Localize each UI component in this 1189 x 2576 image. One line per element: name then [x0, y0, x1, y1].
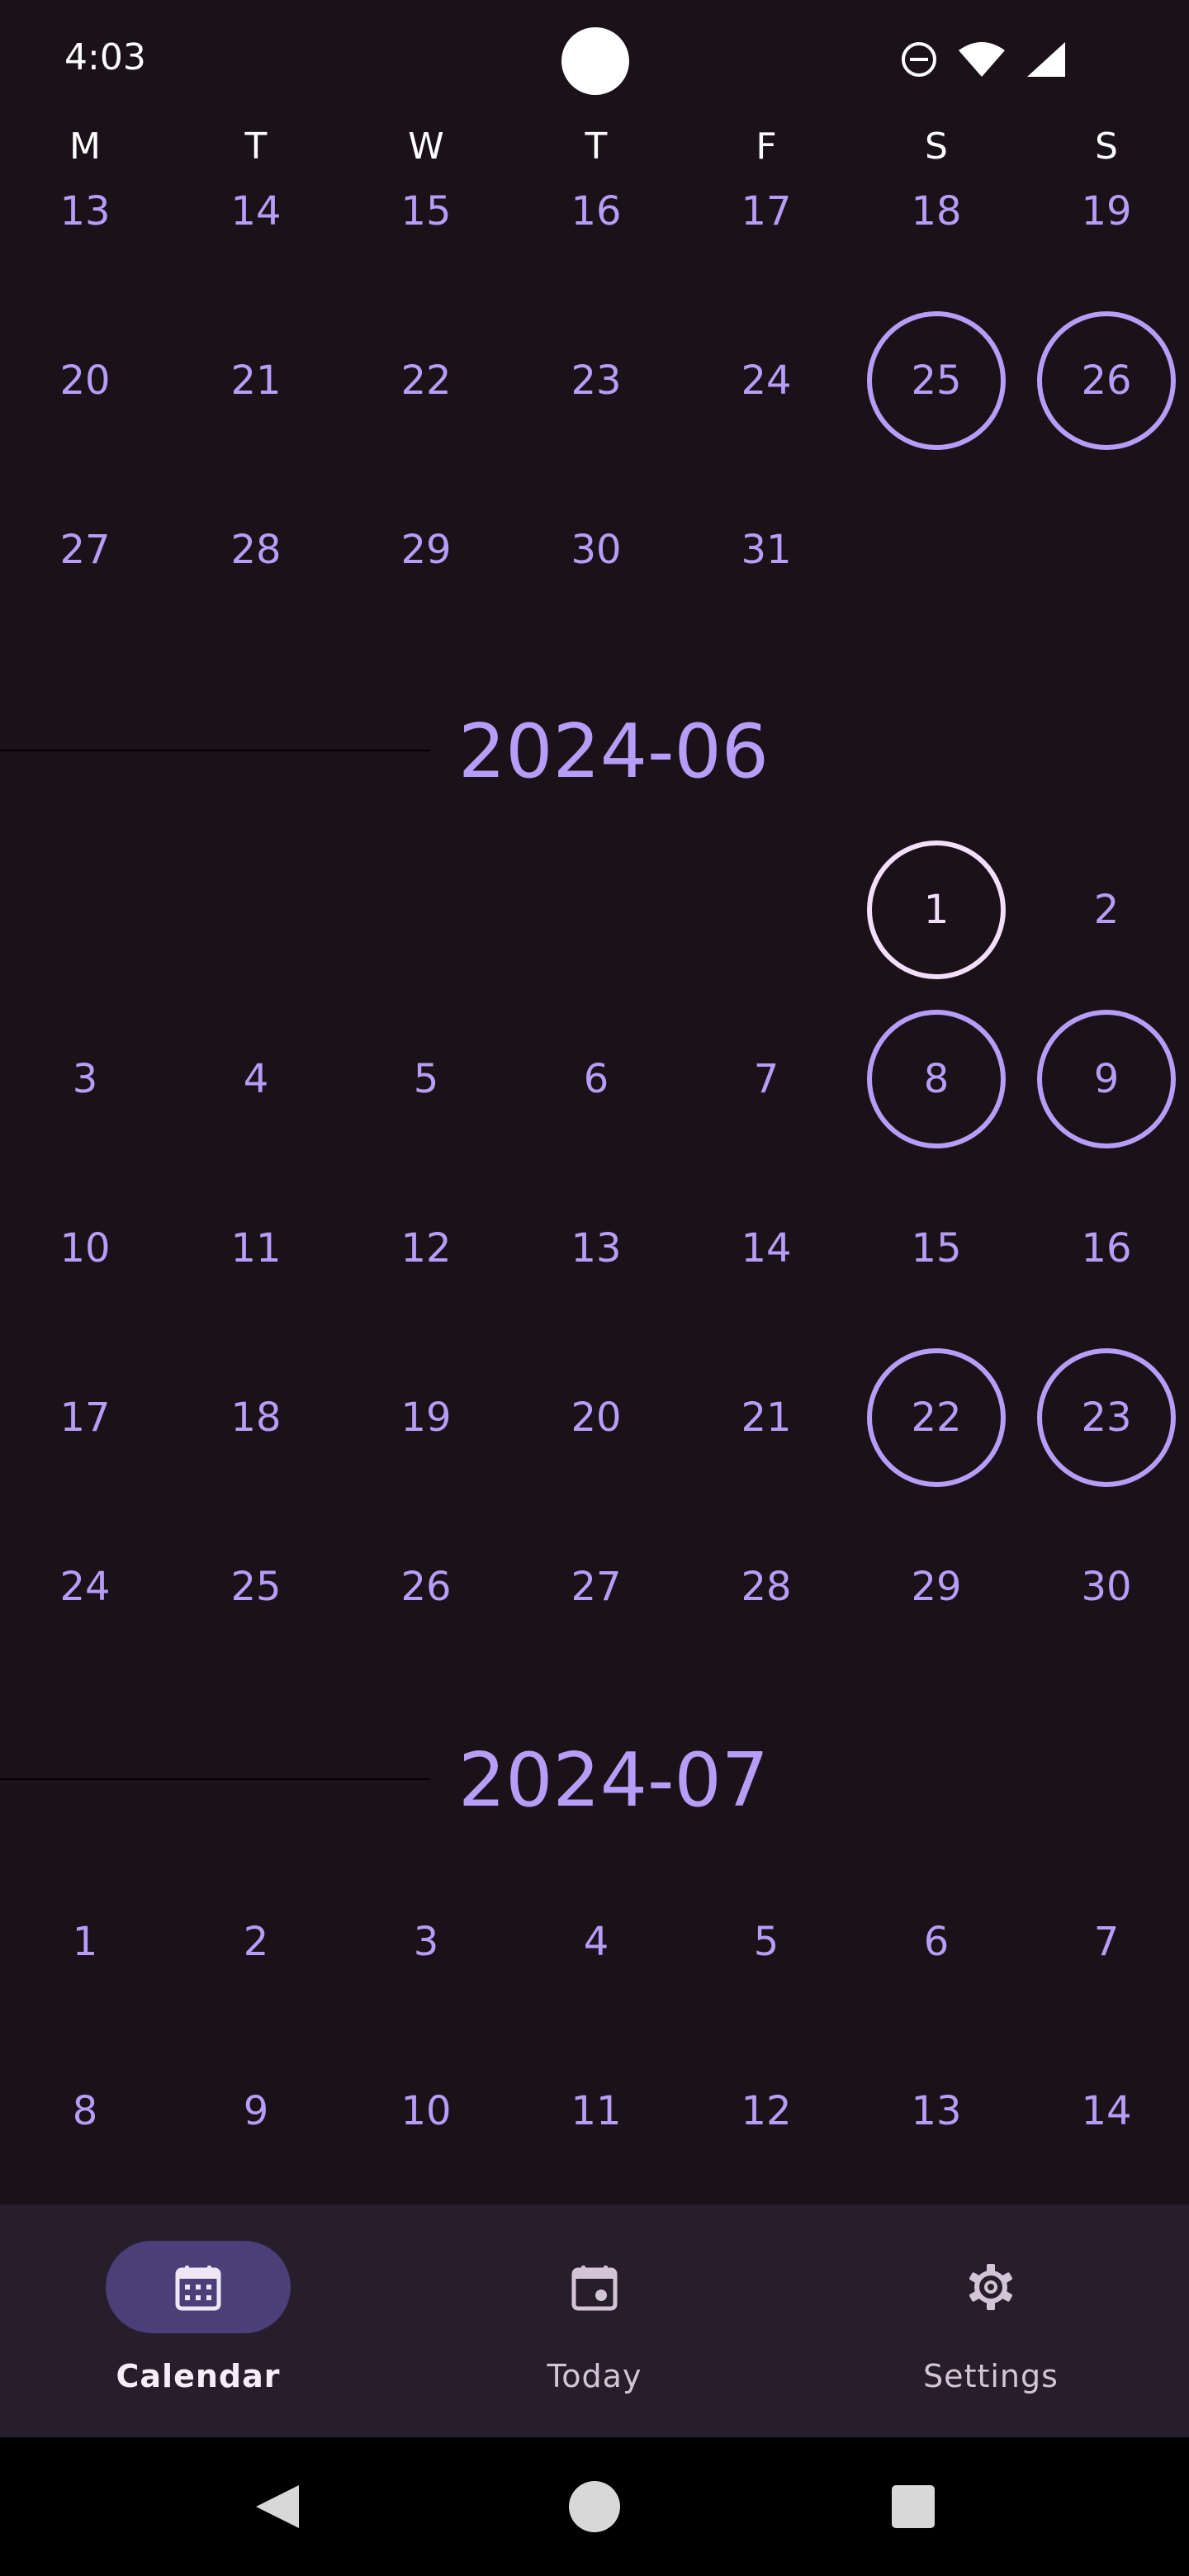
calendar-scroll-area[interactable]: 13 14 15 16 17 18 19 20 21 22 23 24 25 26 27 28 29 30 31 20…: [0, 0, 1189, 2204]
day-cell[interactable]: 4: [527, 1873, 666, 2011]
day-cell[interactable]: 3: [16, 1010, 154, 1148]
day-cell[interactable]: 27: [527, 1518, 666, 1656]
day-cell[interactable]: 30: [527, 481, 666, 619]
back-icon[interactable]: [248, 2437, 304, 2576]
day-cell[interactable]: 19: [357, 1348, 495, 1487]
day-cell[interactable]: 18: [187, 1348, 325, 1487]
weekday-header: S: [1095, 125, 1118, 168]
day-cell[interactable]: 8: [16, 2042, 154, 2181]
day-cell[interactable]: 7: [1037, 1873, 1176, 2011]
day-cell[interactable]: 12: [357, 1179, 495, 1318]
home-icon[interactable]: [568, 2437, 621, 2576]
day-cell[interactable]: 20: [16, 311, 154, 450]
nav-item-calendar[interactable]: Calendar: [33, 2204, 363, 2437]
recents-icon[interactable]: [890, 2437, 936, 2576]
day-cell[interactable]: 21: [697, 1348, 836, 1487]
day-cell[interactable]: 27: [16, 481, 154, 619]
nav-label-today: Today: [547, 2358, 642, 2394]
day-cell[interactable]: 29: [867, 1518, 1006, 1656]
day-cell[interactable]: 31: [697, 481, 836, 619]
day-cell[interactable]: 9: [187, 2042, 325, 2181]
day-cell[interactable]: 1: [16, 1873, 154, 2011]
day-cell[interactable]: 29: [357, 481, 495, 619]
day-cell[interactable]: 3: [357, 1873, 495, 2011]
month-title: 2024-06: [458, 708, 770, 795]
weekday-header: W: [408, 125, 444, 168]
nav-label-settings: Settings: [923, 2358, 1059, 2394]
weekday-header-row: MTWTFSS: [0, 125, 1189, 172]
system-navigation-bar: [0, 2437, 1189, 2576]
day-cell[interactable]: 10: [16, 1179, 154, 1318]
day-cell[interactable]: 28: [697, 1518, 836, 1656]
day-cell[interactable]: 23: [527, 311, 666, 450]
day-cell[interactable]: 5: [697, 1873, 836, 2011]
day-cell[interactable]: 25: [187, 1518, 325, 1656]
bottom-navigation-bar: Calendar Today Settings: [0, 2204, 1189, 2437]
calendar-today-icon: [571, 2266, 618, 2311]
month-divider: [0, 750, 429, 751]
day-cell[interactable]: 14: [1037, 2042, 1176, 2181]
day-cell[interactable]: 13: [527, 1179, 666, 1318]
nav-item-settings[interactable]: Settings: [826, 2204, 1156, 2437]
day-cell[interactable]: 28: [187, 481, 325, 619]
day-cell[interactable]: 16: [1037, 1179, 1176, 1318]
day-cell[interactable]: 5: [357, 1010, 495, 1148]
day-cell[interactable]: 2: [187, 1873, 325, 2011]
nav-item-today[interactable]: Today: [429, 2204, 760, 2437]
day-cell-today[interactable]: 1: [867, 841, 1006, 979]
day-cell[interactable]: 11: [527, 2042, 666, 2181]
day-cell[interactable]: 25: [867, 311, 1006, 450]
month-title: 2024-07: [458, 1737, 770, 1824]
month-header: 2024-06: [0, 700, 1189, 799]
day-cell[interactable]: 9: [1037, 1010, 1176, 1148]
weekday-header: F: [756, 125, 777, 168]
day-cell[interactable]: 10: [357, 2042, 495, 2181]
day-cell[interactable]: 7: [697, 1010, 836, 1148]
day-cell[interactable]: 6: [867, 1873, 1006, 2011]
day-cell[interactable]: 6: [527, 1010, 666, 1148]
day-cell[interactable]: 22: [357, 311, 495, 450]
day-cell[interactable]: 15: [867, 1179, 1006, 1318]
day-cell[interactable]: 30: [1037, 1518, 1176, 1656]
day-cell[interactable]: 8: [867, 1010, 1006, 1148]
month-header: 2024-07: [0, 1729, 1189, 1828]
day-cell[interactable]: 24: [697, 311, 836, 450]
gear-icon: [969, 2264, 1013, 2310]
day-cell[interactable]: 17: [16, 1348, 154, 1487]
nav-label-calendar: Calendar: [116, 2358, 281, 2394]
month-divider: [0, 1778, 429, 1780]
day-cell[interactable]: 24: [16, 1518, 154, 1656]
day-cell[interactable]: 22: [867, 1348, 1006, 1487]
day-cell[interactable]: 14: [697, 1179, 836, 1318]
day-cell[interactable]: 4: [187, 1010, 325, 1148]
weekday-header: T: [585, 125, 608, 168]
weekday-header: S: [925, 125, 948, 168]
weekday-header: T: [244, 125, 268, 168]
day-cell[interactable]: 23: [1037, 1348, 1176, 1487]
day-cell[interactable]: 13: [867, 2042, 1006, 2181]
day-cell[interactable]: 12: [697, 2042, 836, 2181]
day-cell[interactable]: 21: [187, 311, 325, 450]
day-cell[interactable]: 26: [1037, 311, 1176, 450]
day-cell[interactable]: 26: [357, 1518, 495, 1656]
weekday-header: M: [69, 125, 101, 168]
day-cell[interactable]: 11: [187, 1179, 325, 1318]
calendar-month-icon: [175, 2266, 221, 2311]
day-cell[interactable]: 2: [1037, 841, 1176, 979]
day-cell[interactable]: 20: [527, 1348, 666, 1487]
